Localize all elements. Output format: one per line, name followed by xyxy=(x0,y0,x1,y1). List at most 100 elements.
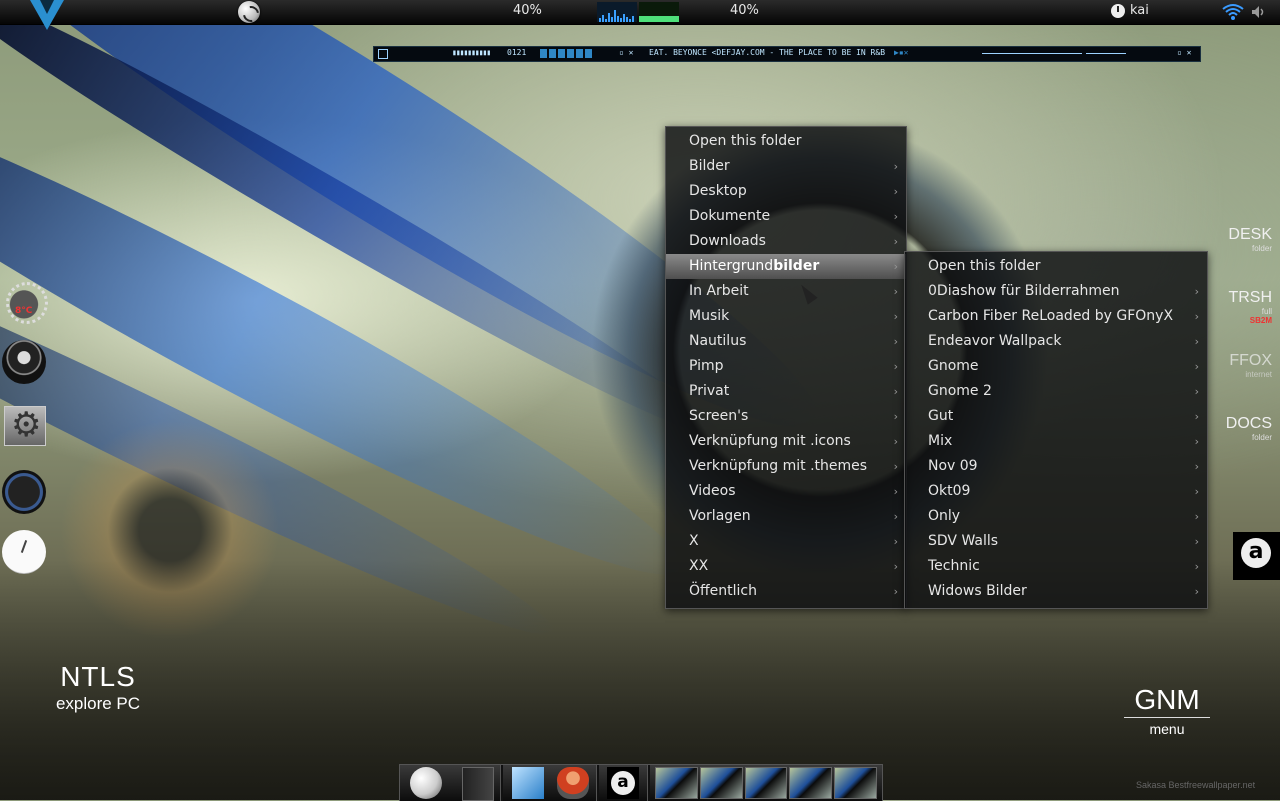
workspace-4[interactable] xyxy=(789,767,833,799)
menu-item-label: Privat xyxy=(689,383,730,399)
next-icon[interactable] xyxy=(576,49,583,58)
menu-item[interactable]: Gnome 2 › xyxy=(905,379,1207,404)
menu-item[interactable]: Endeavor Wallpack › xyxy=(905,329,1207,354)
workspace-5[interactable] xyxy=(834,767,877,799)
menu-item-label: Only xyxy=(928,508,961,524)
workspace-2[interactable] xyxy=(699,767,743,799)
menu-item-label: In Arbeit xyxy=(689,283,749,299)
swirl-menu-icon[interactable] xyxy=(238,1,260,23)
submenu-arrow-icon: › xyxy=(1194,385,1199,398)
desk-folder-launcher[interactable]: DESK folder xyxy=(1228,226,1272,253)
menu-item[interactable]: Verknüpfung mit .themes › xyxy=(666,454,906,479)
dock-cursor-app-icon[interactable] xyxy=(512,767,544,799)
firefox-launcher[interactable]: FFOX internet xyxy=(1229,352,1272,379)
submenu-arrow-icon: › xyxy=(1194,285,1199,298)
user-name[interactable]: kai xyxy=(1130,3,1149,18)
wallpaper-credit: Sakasa Bestfreewallpaper.net xyxy=(1136,780,1256,790)
menu-item[interactable]: Nov 09 › xyxy=(905,454,1207,479)
menu-item[interactable]: Pimp › xyxy=(666,354,906,379)
menu-item[interactable]: Dokumente › xyxy=(666,204,906,229)
menu-item-label: Verknüpfung mit .icons xyxy=(689,433,851,449)
menu-item[interactable]: XX › xyxy=(666,554,906,579)
weather-widget-icon[interactable]: 8°C xyxy=(2,278,48,324)
menu-item[interactable]: 0Diashow für Bilderrahmen › xyxy=(905,279,1207,304)
prev-icon[interactable] xyxy=(540,49,547,58)
cpu-graph xyxy=(597,2,637,22)
clock-icon[interactable] xyxy=(2,530,46,574)
seek-bar[interactable] xyxy=(982,53,1082,54)
player-menu-icon[interactable] xyxy=(378,49,388,59)
menu-item[interactable]: Gnome › xyxy=(905,354,1207,379)
dock-person-app-icon[interactable] xyxy=(557,767,589,799)
menu-item[interactable]: Downloads › xyxy=(666,229,906,254)
menu-item[interactable]: Open this folder xyxy=(666,129,906,154)
menu-item-label: Technic xyxy=(928,558,980,574)
system-settings-icon[interactable] xyxy=(4,405,46,446)
submenu-arrow-icon: › xyxy=(893,460,898,473)
volume-meter: ▮▮▮▮▮▮▮▮▮▮ xyxy=(452,48,491,57)
menu-item[interactable]: Privat › xyxy=(666,379,906,404)
menu-item[interactable]: Verknüpfung mit .icons › xyxy=(666,429,906,454)
shutdown-icon[interactable] xyxy=(2,340,46,384)
playback-controls[interactable] xyxy=(540,49,592,59)
dock-separator xyxy=(596,765,599,801)
volume-icon[interactable] xyxy=(1250,4,1266,20)
balance-bar[interactable] xyxy=(1086,53,1126,54)
submenu-arrow-icon: › xyxy=(1194,435,1199,448)
menu-item[interactable]: Bilder › xyxy=(666,154,906,179)
bottom-dock xyxy=(399,764,883,801)
media-player-bar[interactable]: ▮▮▮▮▮▮▮▮▮▮ 0121 ▫ ✕ EAT. BEYONCE <DEFJAY… xyxy=(373,46,1201,62)
trash-launcher[interactable]: TRSH full SB2M xyxy=(1228,289,1272,325)
menu-item[interactable]: Okt09 › xyxy=(905,479,1207,504)
docs-folder-launcher[interactable]: DOCS folder xyxy=(1226,415,1272,442)
dock-separator xyxy=(647,765,650,801)
menu-item[interactable]: Only › xyxy=(905,504,1207,529)
menu-item[interactable]: Technic › xyxy=(905,554,1207,579)
menu-item[interactable]: Mix › xyxy=(905,429,1207,454)
eject-icon[interactable] xyxy=(585,49,592,58)
submenu-arrow-icon: › xyxy=(1194,510,1199,523)
submenu-arrow-icon: › xyxy=(1194,585,1199,598)
folder-context-menu: Open this folder Bilder › Desktop › Dokumente… xyxy=(665,126,907,609)
menu-item[interactable]: SDV Walls › xyxy=(905,529,1207,554)
menu-item-label: Dokumente xyxy=(689,208,771,224)
menu-item[interactable]: Desktop › xyxy=(666,179,906,204)
menu-item[interactable]: Musik › xyxy=(666,304,906,329)
dock-avant-icon[interactable] xyxy=(607,767,639,799)
menu-item[interactable]: In Arbeit › xyxy=(666,279,906,304)
submenu-arrow-icon: › xyxy=(893,560,898,573)
menu-item[interactable]: X › xyxy=(666,529,906,554)
menu-item[interactable]: Open this folder xyxy=(905,254,1207,279)
menu-item[interactable]: Hintergrundbilder › xyxy=(666,254,906,279)
play-icon[interactable] xyxy=(549,49,556,58)
distro-logo-inner xyxy=(40,0,54,14)
submenu-arrow-icon: › xyxy=(893,385,898,398)
menu-item[interactable]: Öffentlich › xyxy=(666,579,906,604)
ntls-launcher[interactable]: NTLS explore PC xyxy=(50,660,146,714)
track-nav-icons[interactable]: ▶▪✕ xyxy=(894,48,908,57)
menu-item[interactable]: Videos › xyxy=(666,479,906,504)
menu-item[interactable]: Carbon Fiber ReLoaded by GFOnyX › xyxy=(905,304,1207,329)
player-close-buttons[interactable]: ▫ ✕ xyxy=(1177,48,1191,57)
workspace-3[interactable] xyxy=(744,767,788,799)
menu-item[interactable]: Screen's › xyxy=(666,404,906,429)
menu-item[interactable]: Widows Bilder › xyxy=(905,579,1207,604)
workspace-1[interactable] xyxy=(655,767,698,799)
dock-swirl-icon[interactable] xyxy=(410,767,442,799)
avant-launcher-icon[interactable] xyxy=(1233,532,1280,580)
menu-item-label: Bilder xyxy=(689,158,730,174)
menu-item[interactable]: Gut › xyxy=(905,404,1207,429)
menu-item[interactable]: Nautilus › xyxy=(666,329,906,354)
system-monitor-icon[interactable] xyxy=(2,470,46,514)
dock-terminal-icon[interactable] xyxy=(462,767,494,801)
submenu-arrow-icon: › xyxy=(893,585,898,598)
power-icon[interactable] xyxy=(1111,4,1125,18)
pause-icon[interactable] xyxy=(558,49,565,58)
gnm-menu-launcher[interactable]: GNM menu xyxy=(1124,683,1210,740)
menu-item-label: Pimp xyxy=(689,358,724,374)
stop-icon[interactable] xyxy=(567,49,574,58)
window-buttons[interactable]: ▫ ✕ xyxy=(619,48,633,57)
menu-item[interactable]: Vorlagen › xyxy=(666,504,906,529)
workspace-switcher[interactable] xyxy=(655,767,877,799)
wifi-icon[interactable] xyxy=(1222,3,1244,21)
